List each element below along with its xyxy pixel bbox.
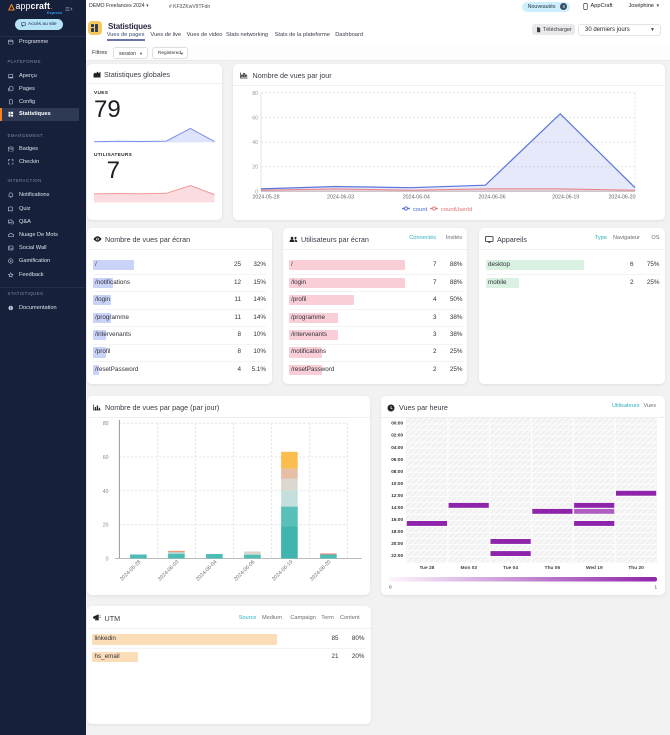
svg-text:0: 0 (389, 585, 392, 590)
svg-text:40: 40 (103, 489, 109, 495)
svg-text:Tue 04: Tue 04 (503, 565, 518, 571)
svg-text:10:00: 10:00 (391, 481, 403, 486)
svg-text:2024-06-19: 2024-06-19 (271, 559, 294, 582)
svg-text:2024-06-20: 2024-06-20 (309, 559, 332, 582)
svg-text:countUserId: countUserId (441, 207, 472, 213)
svg-text:04:00: 04:00 (391, 445, 403, 450)
svg-text:2024-06-04: 2024-06-04 (195, 559, 218, 582)
svg-text:Tue 28: Tue 28 (419, 565, 434, 571)
svg-text:20:00: 20:00 (391, 541, 403, 546)
svg-text:08:00: 08:00 (391, 469, 403, 474)
svg-text:12:00: 12:00 (391, 493, 403, 498)
svg-text:60: 60 (103, 455, 109, 461)
svg-text:02:00: 02:00 (391, 433, 403, 438)
svg-text:2024-06-06: 2024-06-06 (233, 559, 256, 582)
svg-text:Mon 03: Mon 03 (461, 565, 478, 571)
svg-text:2024-06-20: 2024-06-20 (608, 195, 635, 201)
svg-text:1: 1 (654, 585, 657, 590)
svg-text:2024-06-19: 2024-06-19 (552, 195, 579, 201)
svg-text:2024-05-28: 2024-05-28 (119, 559, 142, 582)
svg-text:00:00: 00:00 (391, 421, 403, 426)
svg-text:count: count (413, 207, 428, 213)
svg-text:22:00: 22:00 (391, 553, 403, 558)
svg-text:0: 0 (106, 557, 109, 563)
svg-text:40: 40 (252, 140, 258, 146)
svg-text:18:00: 18:00 (391, 529, 403, 534)
svg-text:2024-06-03: 2024-06-03 (327, 195, 354, 201)
svg-text:80: 80 (103, 421, 109, 427)
svg-text:2024-05-28: 2024-05-28 (252, 195, 279, 201)
svg-text:06:00: 06:00 (391, 457, 403, 462)
svg-text:2024-06-04: 2024-06-04 (403, 195, 430, 201)
svg-text:20: 20 (252, 165, 258, 171)
svg-text:16:00: 16:00 (391, 517, 403, 522)
svg-text:60: 60 (252, 115, 258, 121)
svg-text:20: 20 (103, 523, 109, 529)
svg-text:Wed 19: Wed 19 (586, 565, 603, 571)
svg-text:Thu 06: Thu 06 (545, 565, 561, 571)
svg-text:80: 80 (252, 91, 258, 97)
svg-text:14:00: 14:00 (391, 505, 403, 510)
svg-text:Thu 20: Thu 20 (628, 565, 644, 571)
svg-text:2024-06-03: 2024-06-03 (157, 559, 180, 582)
svg-text:2024-06-06: 2024-06-06 (478, 195, 505, 201)
